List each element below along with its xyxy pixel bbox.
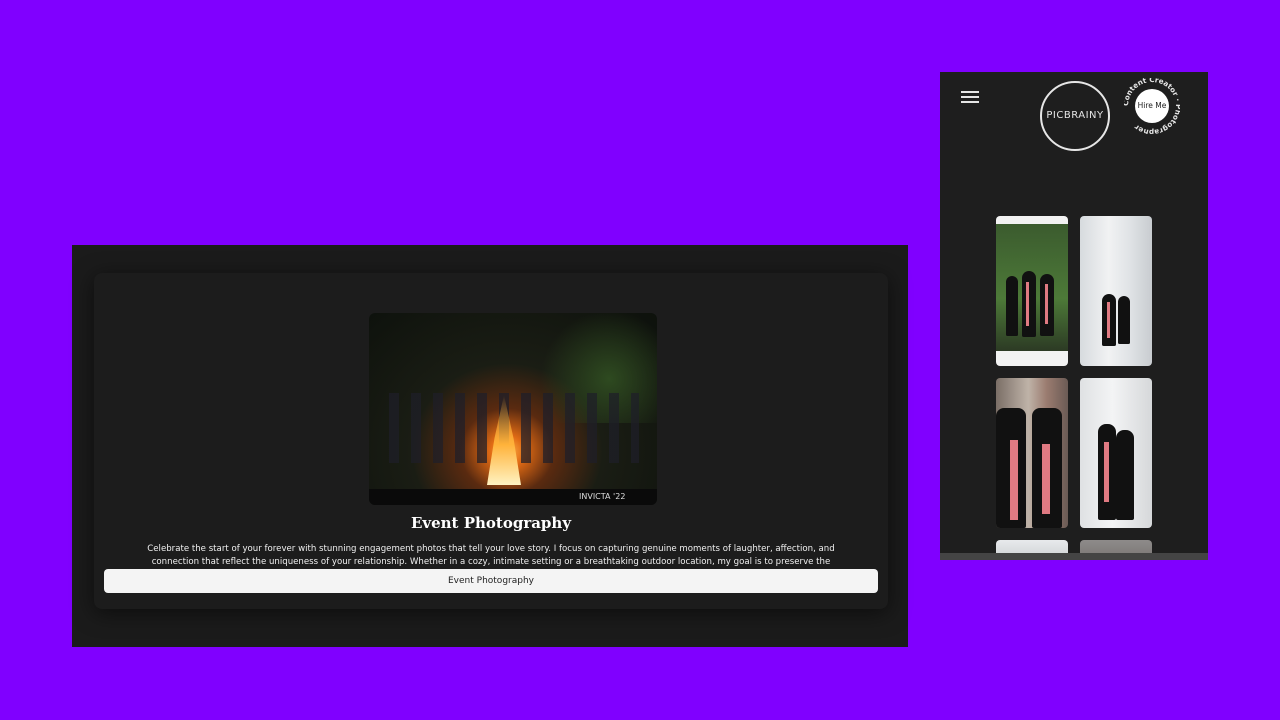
event-section: INVICTA '22 Event Photography Celebrate … <box>72 245 908 647</box>
photo-caption: INVICTA '22 <box>579 492 626 501</box>
bottom-bar <box>940 553 1208 560</box>
event-photography-button[interactable]: Event Photography <box>104 569 878 593</box>
gallery-image[interactable] <box>1080 378 1152 528</box>
event-photo: INVICTA '22 <box>369 313 657 505</box>
gallery-image[interactable] <box>996 216 1068 366</box>
event-title: Event Photography <box>410 514 572 532</box>
hire-me-button[interactable]: Hire Me <box>1135 89 1169 123</box>
hamburger-menu-icon[interactable] <box>961 91 979 103</box>
photo-caption-strip: INVICTA '22 <box>369 489 657 505</box>
hire-me-badge[interactable]: Content Creator · Photographer Hire Me <box>1121 75 1183 137</box>
gallery-image[interactable] <box>996 378 1068 528</box>
event-card: INVICTA '22 Event Photography Celebrate … <box>94 273 888 609</box>
site-logo[interactable]: PICBRAINY <box>1040 81 1110 151</box>
mobile-preview: PICBRAINY Content Creator · Photographer… <box>940 72 1208 560</box>
gallery-image[interactable] <box>1080 216 1152 366</box>
